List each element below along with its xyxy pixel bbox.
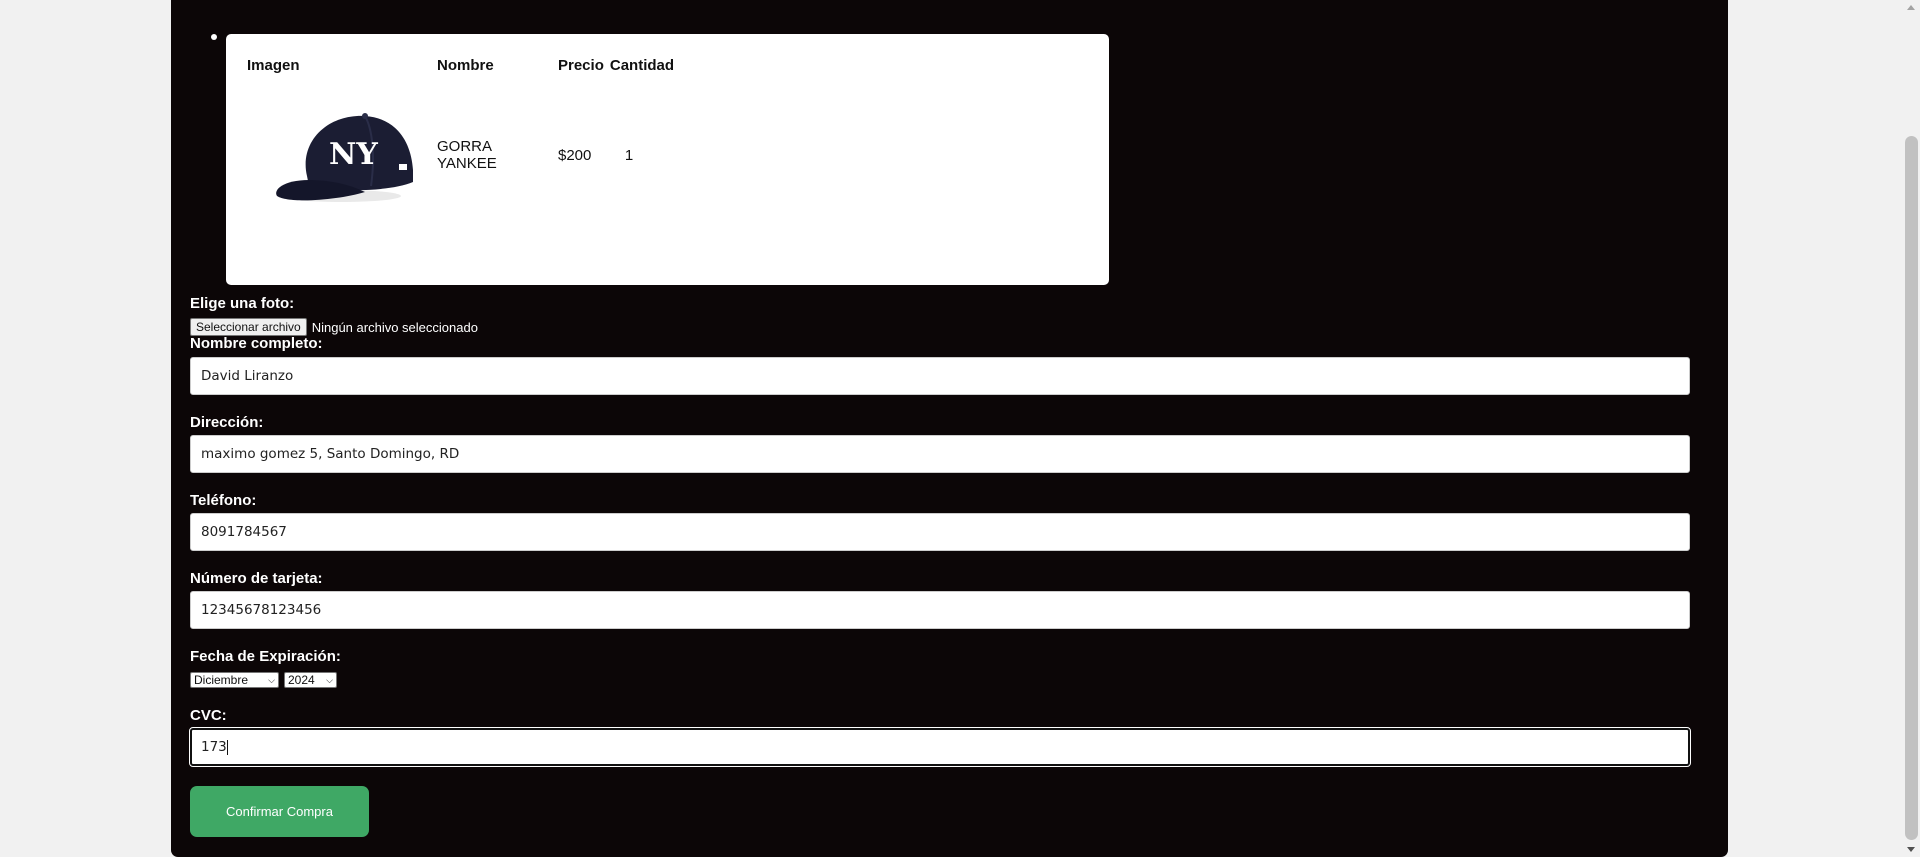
scroll-up-icon[interactable]: [1907, 5, 1915, 10]
cart-header-row: Imagen Nombre Precio Cantidad: [244, 48, 677, 82]
select-file-button[interactable]: Seleccionar archivo: [190, 318, 307, 336]
full-name-label: Nombre completo:: [190, 335, 323, 352]
card-number-label: Número de tarjeta:: [190, 570, 323, 587]
header-image: Imagen: [247, 56, 300, 74]
card-number-field[interactable]: 12345678123456: [190, 591, 1690, 629]
list-bullet: [211, 34, 217, 40]
file-picker: Seleccionar archivo Ningún archivo selec…: [190, 318, 478, 336]
expiry-month-select[interactable]: Diciembre ⌵: [190, 672, 279, 688]
cart-table: Imagen Nombre Precio Cantidad NY GORRA Y…: [244, 48, 677, 228]
table-row: NY GORRA YANKEE $200 1: [244, 82, 677, 228]
confirm-purchase-button[interactable]: Confirmar Compra: [190, 786, 369, 837]
product-image-cell: NY: [244, 82, 434, 228]
scrollbar-thumb[interactable]: [1905, 136, 1918, 840]
cart-card: Imagen Nombre Precio Cantidad NY GORRA Y…: [226, 34, 1109, 285]
cap-image: NY: [269, 100, 419, 210]
svg-text:NY: NY: [329, 137, 378, 172]
full-name-field[interactable]: David Liranzo: [190, 357, 1690, 395]
chevron-down-icon: ⌵: [268, 675, 275, 685]
scroll-down-icon[interactable]: [1907, 847, 1915, 852]
photo-label: Elige una foto:: [190, 295, 295, 312]
vertical-scrollbar[interactable]: [1903, 0, 1920, 857]
header-price: Precio: [558, 56, 604, 74]
expiry-label: Fecha de Expiración:: [190, 648, 341, 665]
cvc-field[interactable]: 173: [189, 727, 1691, 767]
header-name: Nombre: [437, 56, 494, 74]
expiry-year-select[interactable]: 2024 ⌵: [284, 672, 337, 688]
header-quantity: Cantidad: [609, 56, 675, 74]
product-quantity: 1: [624, 146, 634, 164]
phone-label: Teléfono:: [190, 492, 257, 509]
chevron-down-icon: ⌵: [326, 675, 333, 685]
text-caret: [226, 739, 228, 755]
product-price: $200: [558, 146, 592, 164]
file-status-text: Ningún archivo seleccionado: [311, 319, 478, 335]
cvc-value: 173: [201, 739, 227, 755]
cvc-label: CVC:: [190, 707, 227, 724]
product-name: GORRA YANKEE: [437, 138, 497, 172]
expiry-year-value: 2024: [288, 673, 315, 687]
phone-field[interactable]: 8091784567: [190, 513, 1690, 551]
address-field[interactable]: maximo gomez 5, Santo Domingo, RD: [190, 435, 1690, 473]
address-label: Dirección:: [190, 414, 264, 431]
expiry-month-value: Diciembre: [194, 673, 249, 687]
